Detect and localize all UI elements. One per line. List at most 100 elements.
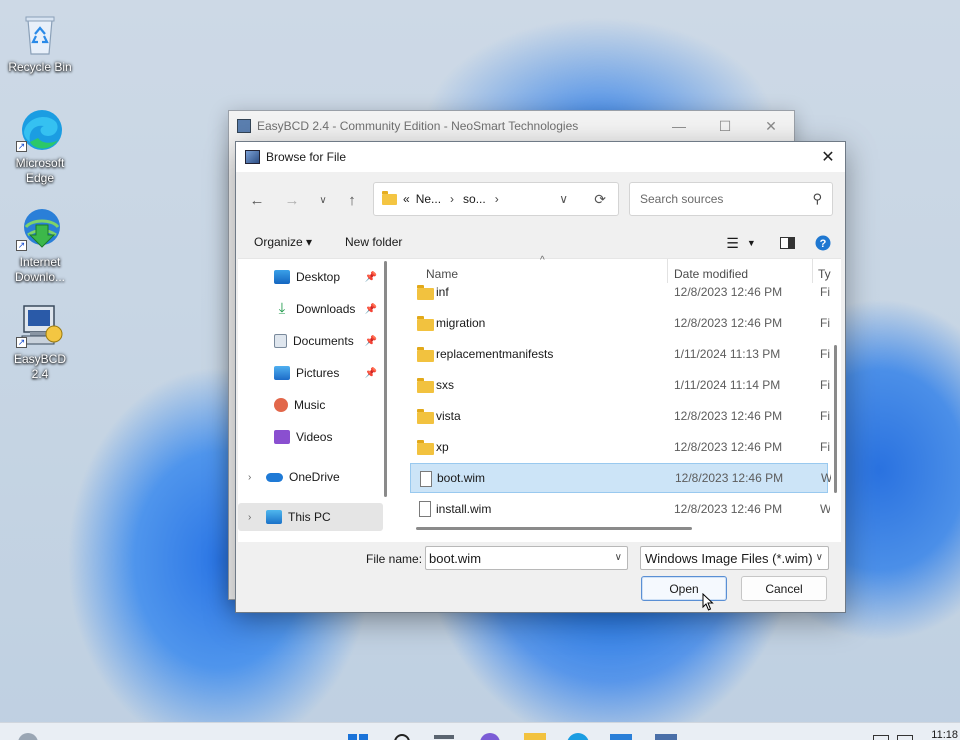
- tree-item-this-pc[interactable]: › This PC: [238, 503, 383, 531]
- desktop-icon-easybcd[interactable]: ↗ EasyBCD 2.4: [4, 302, 76, 382]
- file-name-input[interactable]: boot.wim ∨: [425, 546, 628, 570]
- pin-icon[interactable]: 📌: [365, 368, 377, 379]
- tree-item-onedrive[interactable]: › OneDrive: [238, 463, 383, 491]
- file-row-selected[interactable]: boot.wim 12/8/2023 12:46 PM W: [410, 463, 831, 493]
- file-row[interactable]: install.wim 12/8/2023 12:46 PM W: [410, 494, 830, 524]
- file-row[interactable]: migration 12/8/2023 12:46 PM Fi: [410, 308, 830, 338]
- file-type-select[interactable]: Windows Image Files (*.wim) ∨: [640, 546, 829, 570]
- file-row[interactable]: xp 12/8/2023 12:46 PM Fi: [410, 432, 830, 462]
- navigation-bar: ← → ∨ ↑ « Ne... › so... › ∨ ⟳ Search sou…: [236, 182, 845, 218]
- breadcrumb-item[interactable]: Ne...: [416, 192, 441, 206]
- command-bar: Organize ▾ New folder ☰ ▼ ?: [236, 230, 845, 256]
- mouse-cursor-icon: [702, 593, 714, 611]
- desktop-icon-label: EasyBCD 2.4: [13, 352, 66, 381]
- open-button[interactable]: Open: [641, 576, 727, 601]
- edge-icon[interactable]: [567, 733, 589, 740]
- back-button[interactable]: ←: [246, 190, 268, 210]
- taskbar-clock[interactable]: 11:18: [931, 729, 958, 740]
- svg-text:?: ?: [820, 238, 827, 250]
- browser-pane: Desktop 📌 ⤓ Downloads 📌 Documents 📌 Pict…: [238, 255, 841, 542]
- maximize-button[interactable]: ☐: [702, 111, 748, 141]
- pin-icon[interactable]: 📌: [365, 304, 377, 315]
- file-row[interactable]: inf 12/8/2023 12:46 PM Fi: [410, 277, 830, 307]
- file-name: replacementmanifests: [436, 347, 554, 361]
- store-icon[interactable]: [610, 734, 632, 740]
- minimize-button[interactable]: —: [656, 111, 702, 141]
- breadcrumb-item[interactable]: so...: [463, 192, 486, 206]
- file-type: Fi: [820, 316, 830, 330]
- file-name: vista: [436, 409, 461, 423]
- file-date: 1/11/2024 11:13 PM: [674, 347, 781, 361]
- up-button[interactable]: ↑: [341, 190, 363, 210]
- documents-icon: [274, 334, 287, 348]
- address-dropdown-icon[interactable]: ∨: [559, 192, 568, 206]
- search-icon[interactable]: [392, 732, 414, 740]
- arrow-up-icon: ↑: [348, 191, 356, 209]
- organize-button[interactable]: Organize ▾: [254, 235, 312, 249]
- file-type: Fi: [820, 440, 830, 454]
- tree-item-music[interactable]: Music: [238, 391, 383, 419]
- arrow-right-icon: →: [284, 191, 300, 209]
- tree-item-label: Downloads: [296, 302, 356, 316]
- start-icon[interactable]: [347, 732, 369, 740]
- weather-icon[interactable]: [18, 733, 38, 740]
- view-options-button[interactable]: ☰ ▼: [721, 232, 761, 254]
- minimize-icon: —: [672, 118, 686, 134]
- file-name: migration: [436, 316, 486, 330]
- chevron-down-icon[interactable]: ∨: [816, 552, 823, 563]
- dialog-close-button[interactable]: ✕: [811, 142, 845, 172]
- folder-icon: [382, 190, 397, 205]
- easybcd-icon: ↗: [16, 302, 64, 350]
- desktop-icon-recycle-bin[interactable]: Recycle Bin: [4, 10, 76, 75]
- file-row[interactable]: replacementmanifests 1/11/2024 11:13 PM …: [410, 339, 830, 369]
- close-button[interactable]: ✕: [748, 111, 794, 141]
- tree-scrollbar[interactable]: [384, 261, 387, 497]
- music-icon: [274, 398, 288, 412]
- chevron-right-icon[interactable]: ›: [495, 192, 499, 206]
- chevron-right-icon[interactable]: ›: [248, 512, 251, 523]
- cancel-button[interactable]: Cancel: [741, 576, 827, 601]
- file-type-value: Windows Image Files (*.wim): [645, 550, 813, 566]
- address-bar[interactable]: « Ne... › so... › ∨ ⟳: [373, 182, 619, 216]
- file-type: W: [820, 502, 830, 516]
- desktop-icon-microsoft-edge[interactable]: ↗ Microsoft Edge: [4, 106, 76, 186]
- forward-button[interactable]: →: [281, 190, 303, 210]
- easybcd-app-icon: [237, 119, 251, 133]
- chat-icon[interactable]: [480, 733, 500, 740]
- recent-locations-button[interactable]: ∨: [312, 190, 334, 210]
- tree-item-desktop[interactable]: Desktop 📌: [238, 263, 383, 291]
- chevron-down-icon[interactable]: ∨: [615, 552, 622, 563]
- file-row[interactable]: vista 12/8/2023 12:46 PM Fi: [410, 401, 830, 431]
- preview-pane-button[interactable]: [775, 232, 799, 254]
- horizontal-scrollbar[interactable]: [416, 527, 692, 530]
- breadcrumb-overflow[interactable]: «: [403, 192, 410, 206]
- tree-item-downloads[interactable]: ⤓ Downloads 📌: [238, 295, 383, 323]
- tree-item-label: Music: [294, 398, 326, 412]
- tree-item-documents[interactable]: Documents 📌: [238, 327, 383, 355]
- help-button[interactable]: ?: [811, 232, 835, 254]
- chevron-right-icon[interactable]: ›: [248, 472, 251, 483]
- refresh-icon[interactable]: ⟳: [594, 191, 606, 208]
- chevron-right-icon[interactable]: ›: [450, 192, 454, 206]
- desktop-icon-internet-download-manager[interactable]: ↗ Internet Downlo...: [4, 205, 76, 285]
- edge-icon: ↗: [16, 106, 64, 154]
- volume-icon[interactable]: [897, 735, 913, 740]
- onedrive-icon: [266, 472, 283, 482]
- dialog-titlebar[interactable]: Browse for File: [236, 142, 845, 172]
- file-date: 1/11/2024 11:14 PM: [674, 378, 781, 392]
- vertical-scrollbar[interactable]: [834, 345, 837, 493]
- pin-icon[interactable]: 📌: [365, 336, 377, 347]
- tree-item-pictures[interactable]: Pictures 📌: [238, 359, 383, 387]
- tree-item-videos[interactable]: Videos: [238, 423, 383, 451]
- file-date: 12/8/2023 12:46 PM: [674, 502, 783, 516]
- easybcd-taskbar-icon[interactable]: [655, 734, 677, 740]
- task-view-icon[interactable]: [434, 735, 454, 739]
- pin-icon[interactable]: 📌: [365, 272, 377, 283]
- network-icon[interactable]: [873, 735, 889, 740]
- search-icon: ⚲: [812, 191, 822, 206]
- pictures-icon: [274, 366, 290, 380]
- search-input[interactable]: Search sources ⚲: [629, 182, 833, 216]
- new-folder-button[interactable]: New folder: [345, 235, 402, 249]
- file-explorer-icon[interactable]: [524, 733, 546, 740]
- file-row[interactable]: sxs 1/11/2024 11:14 PM Fi: [410, 370, 830, 400]
